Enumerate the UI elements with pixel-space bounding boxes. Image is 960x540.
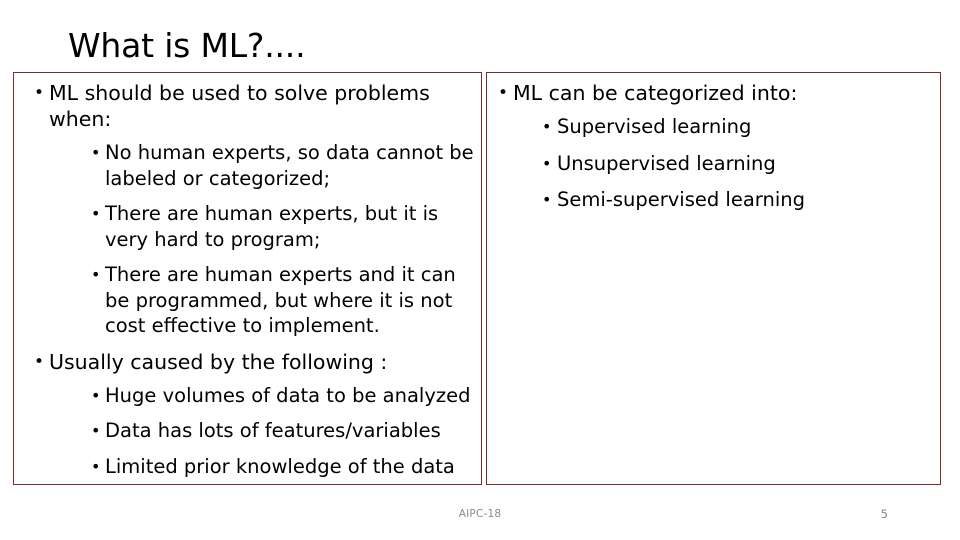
list-item-label: Data has lots of features/variables [105,419,441,442]
list-item-label: Huge volumes of data to be analyzed [105,383,471,407]
list-item: • Supervised learning [513,114,940,140]
list-item: • There are human experts and it can be … [49,262,481,339]
bullet-icon: • [91,204,101,223]
slide-number: 5 [880,507,888,521]
left-content-body: • ML should be used to solve problems wh… [14,80,481,489]
list-item-label: Usually caused by the following : [49,349,388,374]
bullet-icon: • [91,456,101,476]
bullet-icon: • [542,190,552,209]
bullet-icon: • [91,143,101,162]
bullet-icon: • [498,83,509,103]
list-item-label: ML can be categorized into: [513,81,798,105]
list-item: • Huge volumes of data to be analyzed [49,383,481,409]
bullet-icon: • [91,265,101,284]
left-bullet-list: • ML should be used to solve problems wh… [14,80,481,479]
slide: What is ML?.... • ML should be used to s… [0,0,960,540]
list-item-label: Semi-supervised learning [557,188,805,211]
right-sublist-1: • Supervised learning • Unsupervised lea… [513,114,940,213]
list-item-label: ML should be used to solve problems when… [49,81,430,131]
list-item-label: No human experts, so data cannot be labe… [105,141,474,190]
list-item: • There are human experts, but it is ver… [49,201,481,252]
list-item-label: There are human experts, but it is very … [105,202,439,251]
left-content-box: • ML should be used to solve problems wh… [13,72,482,485]
list-item-label: Unsupervised learning [557,151,776,175]
bullet-icon: • [91,421,101,440]
list-item: • ML can be categorized into: • Supervis… [487,80,940,213]
list-item-label: Supervised learning [557,115,752,138]
left-sublist-1: • No human experts, so data cannot be la… [49,140,481,339]
list-item: • Limited prior knowledge of the data [49,454,481,480]
list-item: • No human experts, so data cannot be la… [49,140,481,191]
right-content-body: • ML can be categorized into: • Supervis… [487,80,940,224]
right-content-box: • ML can be categorized into: • Supervis… [486,72,941,485]
left-sublist-2: • Huge volumes of data to be analyzed • … [49,383,481,480]
bullet-icon: • [34,83,45,103]
bullet-icon: • [91,385,101,405]
bullet-icon: • [34,351,45,372]
footer-label: AIPC-18 [458,508,502,520]
list-item-label: There are human experts and it can be pr… [105,263,456,337]
page-title: What is ML?.... [68,26,306,65]
right-bullet-list: • ML can be categorized into: • Supervis… [487,80,940,213]
bullet-icon: • [542,117,552,136]
list-item-label: Limited prior knowledge of the data [105,454,455,478]
list-item: • Unsupervised learning [513,151,940,177]
list-item: • ML should be used to solve problems wh… [14,80,481,339]
list-item: • Data has lots of features/variables [49,418,481,444]
list-item: • Semi-supervised learning [513,187,940,213]
bullet-icon: • [542,153,552,173]
list-item: • Usually caused by the following : • Hu… [14,349,481,480]
